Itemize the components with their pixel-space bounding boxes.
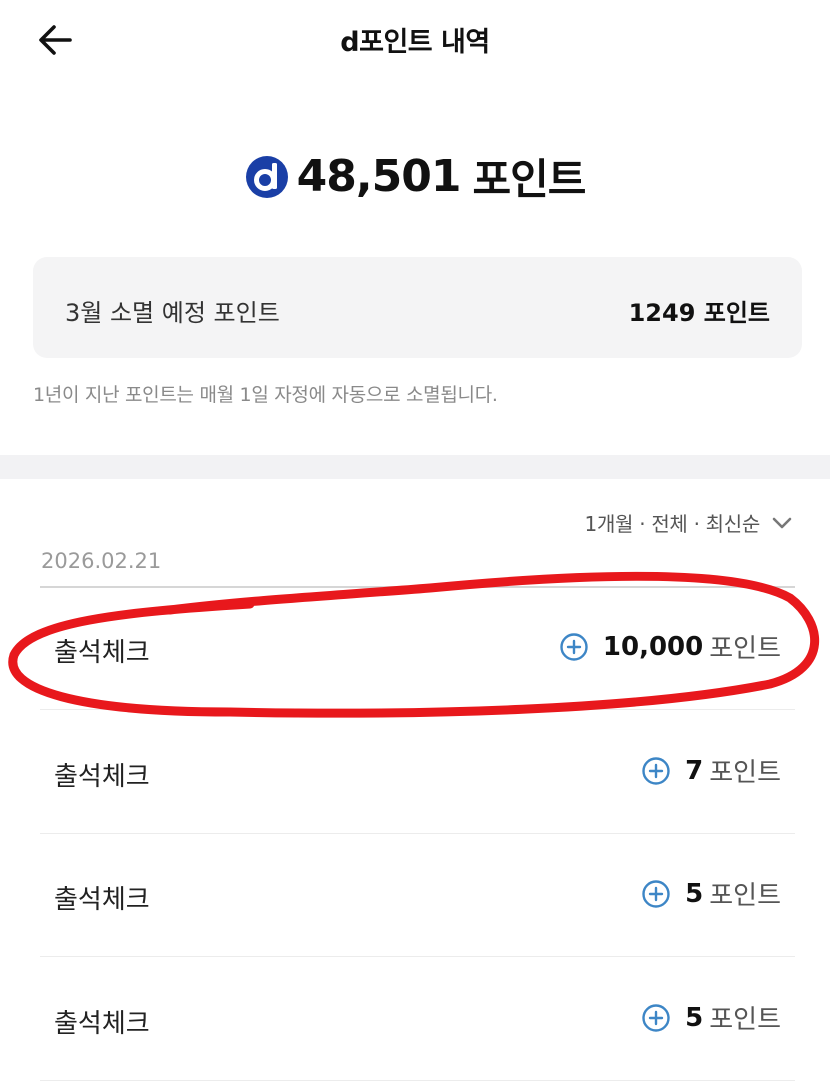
plus-circle-icon	[642, 756, 670, 785]
section-divider	[0, 455, 830, 479]
header: d포인트 내역	[0, 0, 830, 82]
plus-circle-icon	[560, 632, 588, 661]
item-amount-group: 5 포인트	[641, 875, 781, 912]
row-divider	[40, 709, 795, 710]
filter-dropdown[interactable]: 1개월 · 전체 · 최신순	[585, 508, 794, 537]
list-item[interactable]: 출석체크 5 포인트	[40, 835, 795, 957]
expiry-value: 1249 포인트	[628, 299, 770, 327]
expiry-note: 1년이 지난 포인트는 매월 1일 자정에 자동으로 소멸됩니다.	[33, 384, 498, 406]
history-date: 2026.02.21	[41, 549, 162, 573]
list-item[interactable]: 출석체크 10,000 포인트	[40, 588, 795, 710]
row-divider	[40, 1080, 795, 1081]
expiry-card: 3월 소멸 예정 포인트 1249 포인트	[33, 257, 802, 358]
item-title: 출석체크	[54, 1009, 150, 1039]
balance-value: 48,501	[296, 151, 462, 202]
item-amount: 10,000	[602, 631, 704, 662]
item-title: 출석체크	[54, 638, 150, 668]
item-unit: 포인트	[709, 1005, 781, 1035]
balance-unit: 포인트	[472, 155, 586, 204]
item-unit: 포인트	[709, 758, 781, 788]
item-amount-group: 7 포인트	[641, 752, 781, 789]
plus-circle-icon	[642, 1003, 670, 1032]
row-divider	[40, 833, 795, 834]
item-title: 출석체크	[54, 762, 150, 792]
item-amount-group: 10,000 포인트	[559, 628, 781, 665]
list-item[interactable]: 출석체크 7 포인트	[40, 712, 795, 834]
expiry-label: 3월 소멸 예정 포인트	[65, 299, 280, 327]
points-balance: 48,501 포인트	[0, 146, 830, 207]
list-item[interactable]: 출석체크 5 포인트	[40, 959, 795, 1081]
filter-label: 1개월 · 전체 · 최신순	[584, 512, 761, 536]
item-amount: 5	[685, 878, 704, 909]
chevron-down-icon	[772, 517, 792, 528]
item-amount: 7	[685, 755, 704, 786]
row-divider	[40, 956, 795, 957]
item-unit: 포인트	[709, 881, 781, 911]
d-logo-icon	[245, 155, 288, 198]
item-unit: 포인트	[709, 634, 781, 664]
page-title: d포인트 내역	[340, 27, 490, 58]
plus-circle-icon	[642, 879, 670, 908]
item-title: 출석체크	[54, 885, 150, 915]
item-amount: 5	[685, 1002, 704, 1033]
item-amount-group: 5 포인트	[641, 999, 781, 1036]
